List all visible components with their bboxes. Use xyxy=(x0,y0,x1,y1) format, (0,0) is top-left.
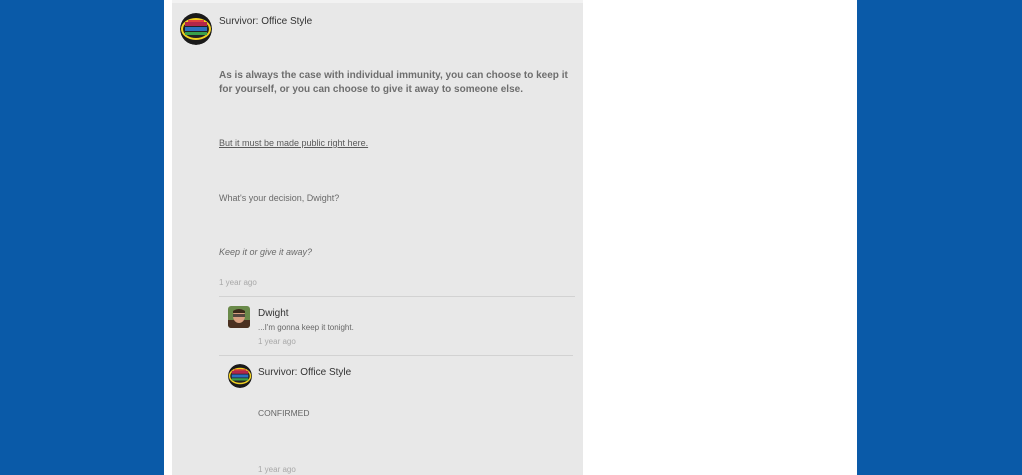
post-panel: Survivor: Office Style As is always the … xyxy=(172,0,583,475)
divider xyxy=(219,355,573,356)
reply-author[interactable]: Dwight xyxy=(258,308,289,319)
post-paragraph-immunity: As is always the case with individual im… xyxy=(219,70,568,95)
divider xyxy=(219,296,575,297)
reply-text: CONFIRMED xyxy=(258,408,310,418)
post-link-public[interactable]: But it must be made public right here. xyxy=(219,138,368,148)
reply-text: ...I'm gonna keep it tonight. xyxy=(258,323,354,332)
post-paragraph-keep-or-give: Keep it or give it away? xyxy=(219,247,313,257)
page-content: Survivor: Office Style As is always the … xyxy=(164,0,857,475)
dwight-photo-icon[interactable] xyxy=(228,306,250,328)
reply-timestamp[interactable]: 1 year ago xyxy=(258,337,296,346)
reply-author[interactable]: Survivor: Office Style xyxy=(258,367,351,378)
post-paragraph-decision: What's your decision, Dwight? xyxy=(219,193,340,203)
survivor-logo-icon[interactable] xyxy=(180,13,212,45)
post-timestamp[interactable]: 1 year ago xyxy=(219,278,257,287)
reply-timestamp[interactable]: 1 year ago xyxy=(258,465,296,474)
survivor-logo-icon[interactable] xyxy=(228,364,252,388)
post-author[interactable]: Survivor: Office Style xyxy=(219,16,312,27)
